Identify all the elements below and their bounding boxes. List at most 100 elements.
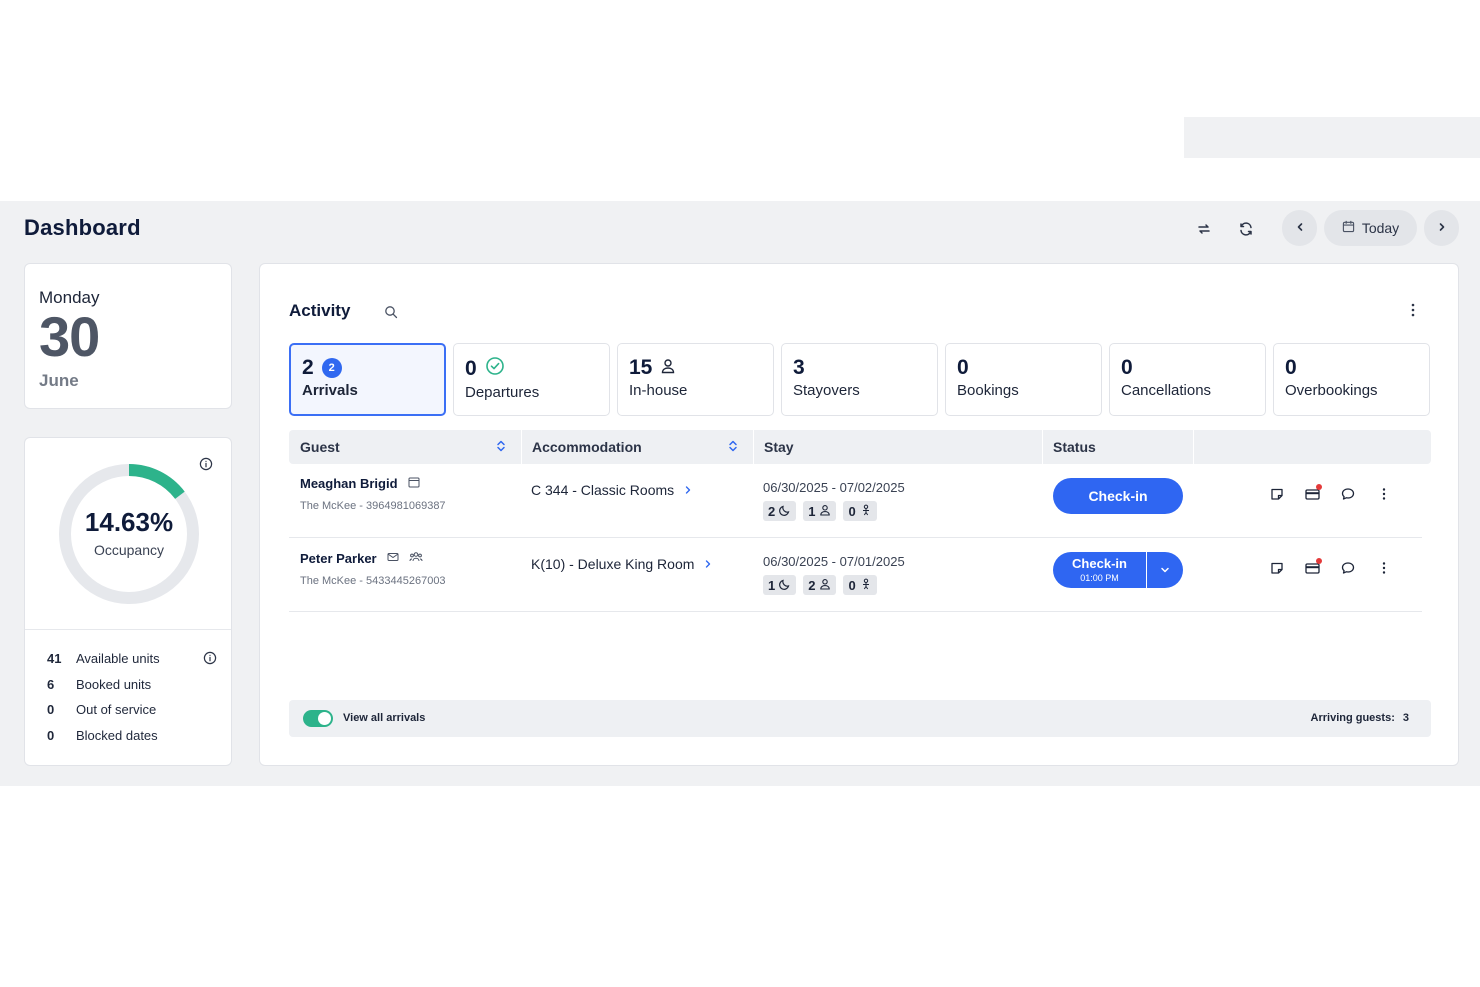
activity-title: Activity [289, 301, 351, 320]
stay-chips: 2 1 0 [763, 501, 877, 521]
person-icon [819, 578, 831, 593]
accommodation-link[interactable]: K(10) - Deluxe King Room [531, 556, 712, 572]
message-icon[interactable] [1341, 561, 1357, 577]
check-in-button[interactable]: Check-in [1053, 478, 1183, 514]
view-all-arrivals-toggle[interactable] [303, 710, 333, 727]
tile-departures[interactable]: 0 Departures [453, 343, 610, 416]
child-icon [860, 578, 872, 593]
stat-label: Blocked dates [76, 728, 158, 743]
occupancy-card: 14.63% Occupancy 41 Available units 6 Bo… [24, 437, 232, 766]
accommodation-link[interactable]: C 344 - Classic Rooms [531, 482, 692, 498]
column-label: Accommodation [532, 439, 642, 455]
adults-count: 1 [808, 503, 816, 519]
stay-dates: 06/30/2025 - 07/02/2025 [763, 480, 905, 495]
tile-cancellations[interactable]: 0 Cancellations [1109, 343, 1266, 416]
chevron-right-icon [684, 482, 692, 498]
occupancy-divider [25, 629, 231, 630]
tile-count: 3 [793, 356, 805, 379]
accommodation-text: K(10) - Deluxe King Room [531, 556, 695, 572]
stat-out-of-service: 0 Out of service [47, 702, 156, 717]
swap-icon[interactable] [1188, 213, 1220, 245]
today-button[interactable]: Today [1324, 210, 1417, 246]
nights-count: 2 [768, 503, 776, 519]
children-chip: 0 [843, 501, 877, 521]
search-icon[interactable] [384, 305, 398, 324]
date-card: Monday 30 June [24, 263, 232, 409]
column-stay: Stay [753, 430, 1042, 464]
tile-count: 0 [1121, 356, 1133, 379]
arriving-guests-label: Arriving guests: [1310, 712, 1395, 724]
tile-stayovers[interactable]: 3 Stayovers [781, 343, 938, 416]
chevron-down-icon [1160, 561, 1170, 579]
tile-label: Bookings [957, 382, 1019, 399]
tile-in-house[interactable]: 15 In-house [617, 343, 774, 416]
note-icon[interactable] [1270, 487, 1286, 503]
occupancy-percent: 14.63% [84, 507, 174, 537]
person-icon [819, 504, 831, 519]
stat-booked-units: 6 Booked units [47, 677, 151, 692]
row-more-icon[interactable] [1379, 561, 1395, 577]
accommodation-text: C 344 - Classic Rooms [531, 482, 675, 498]
next-day-button[interactable] [1424, 210, 1459, 246]
group-icon [409, 551, 423, 566]
dashboard-area: Dashboard Today Monday 30 June 14.63% Oc… [0, 201, 1480, 786]
guest-reservation: The McKee - 5433445267003 [300, 575, 446, 587]
tile-overbookings[interactable]: 0 Overbookings [1273, 343, 1430, 416]
stat-value: 6 [47, 677, 55, 692]
person-icon [660, 356, 676, 380]
stay-dates: 06/30/2025 - 07/01/2025 [763, 554, 905, 569]
toggle-knob [318, 712, 331, 725]
guest-name-text: Meaghan Brigid [300, 476, 398, 491]
message-icon[interactable] [1341, 487, 1357, 503]
stat-value: 41 [47, 651, 62, 666]
mail-icon [387, 551, 399, 566]
check-in-dropdown[interactable] [1147, 552, 1183, 588]
sort-icon[interactable] [496, 439, 506, 458]
table-row[interactable]: Peter Parker The McKee - 5433445267003 K… [289, 538, 1422, 612]
row-more-icon[interactable] [1379, 487, 1395, 503]
previous-day-button[interactable] [1282, 210, 1317, 246]
check-circle-icon [485, 356, 505, 382]
stat-value: 0 [47, 702, 55, 717]
column-guest[interactable]: Guest [289, 430, 521, 464]
guest-name[interactable]: Peter Parker [300, 551, 423, 566]
check-in-split-button: Check-in 01:00 PM [1053, 552, 1183, 588]
more-vertical-icon[interactable] [1407, 302, 1419, 323]
departures-count: 0 [465, 357, 477, 380]
adults-chip: 1 [803, 501, 837, 521]
guest-name[interactable]: Meaghan Brigid [300, 476, 420, 491]
child-icon [860, 504, 872, 519]
tile-bookings[interactable]: 0 Bookings [945, 343, 1102, 416]
check-in-label: Check-in [1072, 556, 1127, 571]
children-count: 0 [848, 503, 856, 519]
guest-name-text: Peter Parker [300, 551, 377, 566]
chevron-right-icon [704, 556, 712, 572]
column-label: Guest [300, 439, 340, 455]
tile-label: Departures [465, 384, 540, 401]
activity-footer: View all arrivals Arriving guests: 3 [289, 700, 1431, 737]
tile-label: Cancellations [1121, 382, 1212, 399]
calendar-icon [1342, 220, 1355, 236]
date-day: 30 [39, 305, 100, 368]
table-row[interactable]: Meaghan Brigid The McKee - 3964981069387… [289, 464, 1422, 538]
tile-label: Stayovers [793, 382, 860, 399]
stay-chips: 1 2 0 [763, 575, 877, 595]
tile-count: 0 [465, 356, 505, 382]
tile-arrivals[interactable]: 2 2 Arrivals [289, 343, 446, 416]
date-month: June [39, 371, 79, 390]
column-accommodation[interactable]: Accommodation [521, 430, 753, 464]
note-icon[interactable] [1270, 561, 1286, 577]
table-header: Guest Accommodation Stay Status [289, 430, 1431, 464]
tile-label: Arrivals [302, 382, 358, 399]
guest-reservation: The McKee - 3964981069387 [300, 500, 446, 512]
chevron-right-icon [1437, 219, 1447, 237]
nights-chip: 2 [763, 501, 797, 521]
today-label: Today [1361, 220, 1400, 236]
occupancy-info-icon[interactable] [199, 457, 213, 471]
available-units-info-icon[interactable] [203, 651, 217, 665]
check-in-button[interactable]: Check-in 01:00 PM [1053, 552, 1146, 588]
refresh-icon[interactable] [1230, 213, 1262, 245]
sort-icon[interactable] [728, 439, 738, 458]
tile-label: Overbookings [1285, 382, 1378, 399]
stat-value: 0 [47, 728, 55, 743]
